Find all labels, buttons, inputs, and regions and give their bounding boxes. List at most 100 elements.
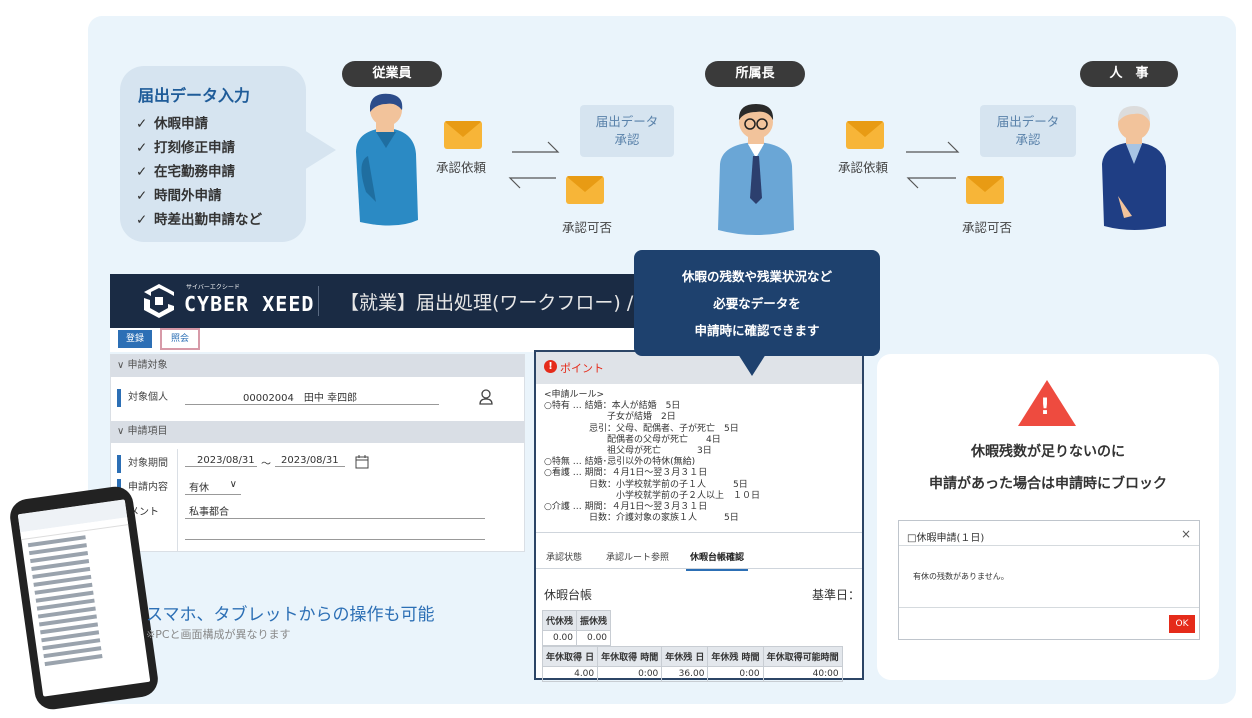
mobile-note: ※PCと画面構成が異なります <box>146 628 291 641</box>
person-icon[interactable] <box>479 389 493 405</box>
comment-line <box>185 539 485 540</box>
check-icon: ✓ <box>136 140 148 156</box>
block-message: 休暇残数が足りないのに 申請があった場合は申請時にブロック <box>929 444 1167 492</box>
bubble-item: ✓ 打刻修正申請 <box>136 136 306 160</box>
arrow-left-icon <box>906 177 956 189</box>
warning-mark: ! <box>1040 395 1051 420</box>
arrow-right-icon <box>906 141 960 153</box>
chevron-down-icon: ∨ <box>117 360 128 371</box>
table-header: 年休残 日 <box>661 646 709 667</box>
rules-text: <申請ルール> ○特有 … 結婚：本人が結婚 5日 子女が結婚 2日 忌引：父母… <box>544 390 761 524</box>
callout-line: 休暇の残数や残業状況など <box>681 269 832 284</box>
bubble-title: 届出データ入力 <box>138 86 251 105</box>
inquiry-button[interactable]: 照会 <box>160 328 200 350</box>
table-header: 年休取得 時間 <box>597 646 663 667</box>
table-cell: 0.00 <box>576 630 612 646</box>
check-icon: ✓ <box>136 164 148 180</box>
ledger-title: 休暇台帳 <box>544 588 593 602</box>
phone-screen <box>17 499 151 697</box>
ok-button[interactable]: OK <box>1169 615 1195 633</box>
logo-kana: サイバーエクシード <box>186 284 240 291</box>
error-dialog: □休暇申請(１日) × 有休の残数がありません。 OK <box>898 520 1200 640</box>
section-items: ∨ 申請項目 <box>111 421 524 443</box>
date-from-field[interactable]: 2023/08/31 <box>185 455 257 467</box>
dialog-title: □休暇申請(１日) <box>907 533 985 544</box>
arrow-left-icon <box>508 177 556 189</box>
close-icon[interactable]: × <box>1181 527 1191 541</box>
person-label: 対象個人 <box>117 389 168 407</box>
substitute-table: 代休残 振休残 0.00 0.00 <box>541 610 612 646</box>
table-header: 代休残 <box>541 610 578 631</box>
mail-icon <box>966 176 1004 204</box>
check-icon: ✓ <box>136 116 148 132</box>
divider <box>318 286 319 316</box>
person-field[interactable]: 00002004 田中 幸四郎 <box>185 389 439 405</box>
date-to-field[interactable]: 2023/08/31 <box>275 455 345 467</box>
comment-field[interactable]: 私事都合 <box>185 503 485 519</box>
bubble-item: ✓ 在宅勤務申請 <box>136 160 306 184</box>
tab-approval-status[interactable]: 承認状態 <box>546 550 582 563</box>
result-label: 承認可否 <box>562 220 613 235</box>
hr-figure <box>1102 106 1166 230</box>
role-manager: 所属長 <box>705 61 805 87</box>
logo-icon <box>144 284 174 318</box>
approve-box: 届出データ 承認 <box>580 105 674 157</box>
annual-leave-table: 年休取得 日 年休取得 時間 年休残 日 年休残 時間 年休取得可能時間 4.0… <box>541 646 843 682</box>
divider <box>536 532 862 533</box>
period-label: 対象期間 <box>117 455 168 473</box>
check-icon: ✓ <box>136 188 148 204</box>
mail-icon <box>444 121 482 149</box>
section-target: ∨ 申請対象 <box>111 355 524 377</box>
info-callout: 休暇の残数や残業状況など 必要なデータを 申請時に確認できます <box>634 250 880 356</box>
bubble-item: ✓ 休暇申請 <box>136 112 306 136</box>
chevron-down-icon: ∨ <box>117 426 128 437</box>
calendar-icon[interactable] <box>355 455 369 469</box>
callout-tail <box>738 354 766 376</box>
input-bubble: 届出データ入力 ✓ 休暇申請 ✓ 打刻修正申請 ✓ 在宅勤務申請 ✓ 時間外申請 ✓ 時差… <box>120 66 306 242</box>
callout-line: 必要なデータを <box>713 296 801 311</box>
mail-icon <box>566 176 604 204</box>
bubble-tail <box>304 130 336 170</box>
dialog-message: 有休の残数がありません。 <box>913 572 1009 581</box>
role-hr: 人 事 <box>1080 61 1178 87</box>
mail-icon <box>846 121 884 149</box>
point-panel: ! ポイント <申請ルール> ○特有 … 結婚：本人が結婚 5日 子女が結婚 2… <box>534 350 864 682</box>
bubble-item: ✓ 時間外申請 <box>136 184 306 208</box>
result-label: 承認可否 <box>962 220 1013 235</box>
table-cell: 0:00 <box>707 666 764 682</box>
callout-line: 申請時に確認できます <box>694 323 820 338</box>
table-header: 振休残 <box>576 610 612 631</box>
table-header: 年休取得可能時間 <box>762 646 843 667</box>
divider <box>536 568 862 569</box>
chevron-down-icon: ∨ <box>229 479 237 490</box>
employee-figure <box>356 93 418 226</box>
request-label: 承認依頼 <box>838 160 889 175</box>
alert-icon: ! <box>544 360 557 373</box>
role-employee: 従業員 <box>342 61 442 87</box>
table-cell: 40:00 <box>762 666 843 682</box>
divider <box>899 607 1199 608</box>
content-select[interactable]: 有休 ∨ <box>185 479 241 495</box>
logo-text: CYBER XEED <box>184 292 315 316</box>
table-header: 年休残 時間 <box>707 646 764 667</box>
request-label: 承認依頼 <box>436 160 487 175</box>
panel-header: ! ポイント <box>536 352 862 384</box>
table-cell: 36.00 <box>661 666 709 682</box>
table-cell: 0:00 <box>597 666 663 682</box>
table-header: 年休取得 日 <box>541 646 599 667</box>
base-date-label: 基準日： <box>812 588 861 602</box>
application-form: ∨ 申請対象 対象個人 00002004 田中 幸四郎 ∨ 申請項目 対象期間 … <box>110 354 525 552</box>
bubble-item: ✓ 時差出勤申請など <box>136 208 306 232</box>
mobile-headline: スマホ、タブレットからの操作も可能 <box>146 605 435 625</box>
manager-figure <box>718 104 794 235</box>
date-separator: ～ <box>261 459 271 470</box>
arrow-right-icon <box>512 141 560 153</box>
register-button[interactable]: 登録 <box>118 330 152 348</box>
form-divider <box>177 449 178 551</box>
tab-route[interactable]: 承認ルート参照 <box>606 550 669 563</box>
table-cell: 4.00 <box>541 666 599 682</box>
approve-box: 届出データ 承認 <box>980 105 1076 157</box>
panel-title: ポイント <box>560 362 604 375</box>
check-icon: ✓ <box>136 212 148 228</box>
divider <box>899 545 1199 546</box>
